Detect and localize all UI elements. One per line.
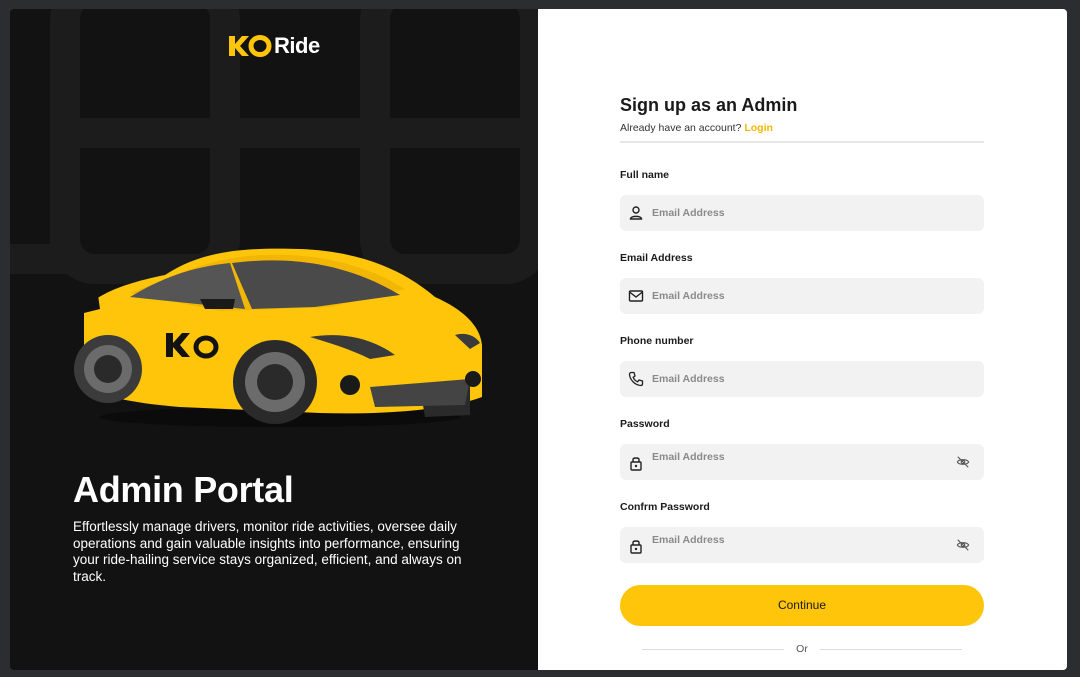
confirm-password-placeholder: Email Address [652, 534, 725, 546]
brand-name: Ride [274, 33, 320, 58]
full-name-field[interactable]: Email Address [620, 195, 984, 231]
lock-icon [630, 457, 642, 471]
email-field[interactable]: Email Address [620, 278, 984, 314]
app-window: Ride Admin Portal Effortlessly manage dr… [10, 9, 1067, 670]
password-label: Password [620, 418, 670, 430]
email-label: Email Address [620, 252, 693, 264]
eye-off-icon[interactable] [956, 538, 970, 552]
login-prompt: Already have an account? Login [620, 122, 984, 134]
header-divider [620, 141, 984, 143]
full-name-label: Full name [620, 169, 670, 181]
phone-placeholder: Email Address [652, 373, 725, 385]
mail-icon [628, 290, 644, 302]
lock-icon [630, 540, 642, 554]
or-divider: Or [642, 642, 963, 656]
email-placeholder: Email Address [652, 290, 725, 302]
phone-icon [628, 371, 644, 387]
have-account-text: Already have an account? [620, 122, 742, 134]
full-name-placeholder: Email Address [652, 207, 725, 219]
confirm-password-label: Confrm Password [620, 501, 710, 513]
phone-field[interactable]: Email Address [620, 361, 984, 397]
taxi-car-illustration [74, 248, 482, 427]
or-line-left [642, 648, 785, 650]
phone-label: Phone number [620, 335, 694, 347]
form-header: Sign up as an Admin Already have an acco… [620, 95, 984, 143]
login-link[interactable]: Login [744, 122, 773, 134]
or-text: Or [796, 643, 808, 655]
ko-logo-icon [229, 35, 272, 57]
form-title: Sign up as an Admin [620, 95, 798, 115]
or-line-right [819, 648, 963, 650]
confirm-password-field[interactable]: Email Address [620, 527, 984, 563]
user-icon [629, 206, 643, 220]
hero-title: Admin Portal [73, 469, 294, 510]
brand-logo: Ride [226, 33, 320, 59]
continue-button[interactable]: Continue [620, 585, 984, 626]
eye-off-icon[interactable] [956, 455, 970, 469]
password-field[interactable]: Email Address [620, 444, 984, 480]
password-placeholder: Email Address [652, 451, 725, 463]
signup-panel: Sign up as an Admin Already have an acco… [538, 9, 1067, 670]
hero-panel: Ride Admin Portal Effortlessly manage dr… [10, 9, 538, 670]
hero-description: Effortlessly manage drivers, monitor rid… [73, 519, 462, 584]
